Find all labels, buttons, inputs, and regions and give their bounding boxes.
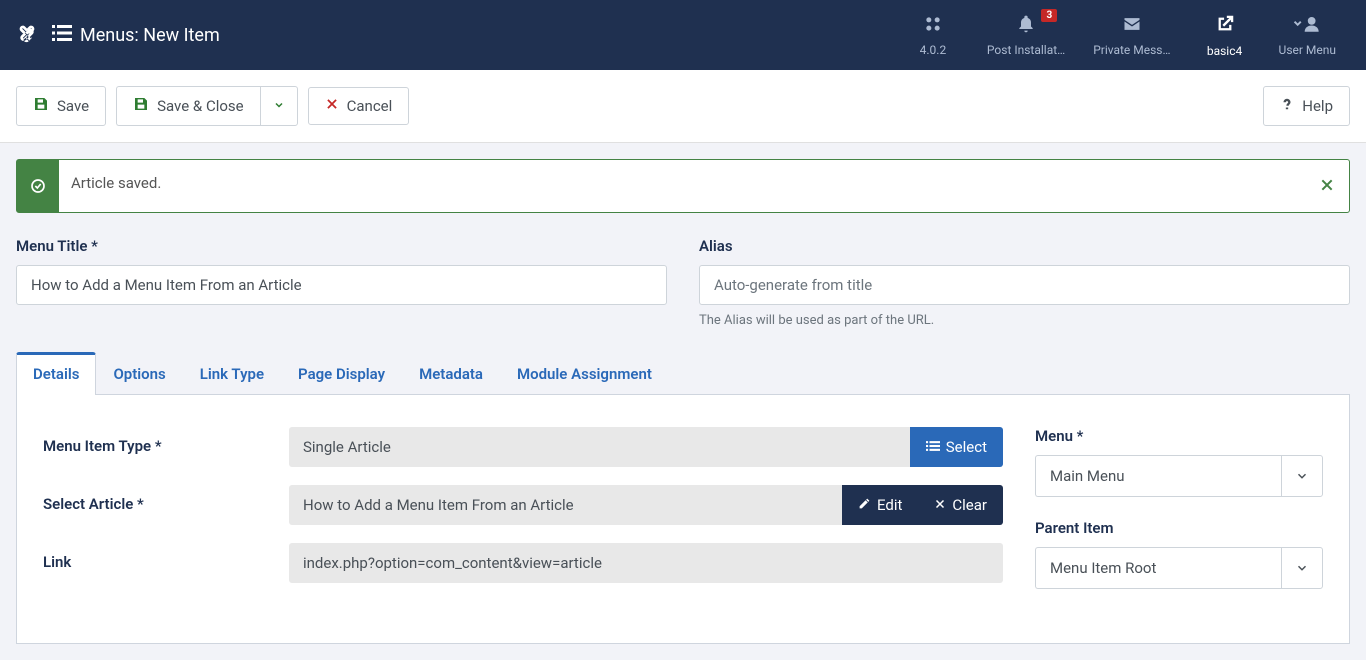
user-chevron-icon	[1293, 14, 1321, 39]
parent-select-value: Menu Item Root	[1035, 547, 1281, 589]
question-icon	[1280, 96, 1294, 116]
list-icon	[52, 24, 72, 47]
parent-select-label: Parent Item	[1035, 519, 1323, 537]
clear-article-button[interactable]: Clear	[918, 485, 1003, 525]
alias-label: Alias	[699, 237, 1350, 255]
save-dropdown-button[interactable]	[260, 86, 298, 126]
tabs-nav: Details Options Link Type Page Display M…	[16, 352, 1350, 395]
save-button[interactable]: Save	[16, 86, 106, 126]
joomla-small-icon	[923, 14, 943, 39]
parent-field: Parent Item Menu Item Root	[1035, 519, 1323, 589]
details-main-column: Menu Item Type * Single Article Select	[43, 427, 1003, 611]
menu-item-type-label: Menu Item Type *	[43, 427, 269, 455]
chevron-down-icon	[1281, 455, 1323, 497]
content-area: Article saved. Menu Title * Alias The Al…	[0, 143, 1366, 660]
success-alert: Article saved.	[16, 159, 1350, 213]
alias-help-text: The Alias will be used as part of the UR…	[699, 313, 1350, 328]
menu-select-value: Main Menu	[1035, 455, 1281, 497]
parent-select[interactable]: Menu Item Root	[1035, 547, 1323, 589]
tab-details[interactable]: Details	[16, 352, 96, 395]
menu-item-type-value: Single Article	[289, 427, 910, 467]
joomla-logo-icon[interactable]	[16, 22, 38, 48]
header-item-site[interactable]: basic4	[1185, 5, 1265, 66]
envelope-icon	[1122, 14, 1142, 39]
details-panel: Menu Item Type * Single Article Select	[16, 395, 1350, 644]
external-link-icon	[1214, 13, 1236, 40]
times-icon	[325, 97, 339, 115]
tab-page-display[interactable]: Page Display	[281, 352, 402, 395]
edit-article-button[interactable]: Edit	[842, 485, 918, 525]
alias-group: Alias The Alias will be used as part of …	[699, 237, 1350, 328]
save-icon	[133, 96, 149, 116]
header-item-usermenu[interactable]: User Menu	[1265, 5, 1350, 66]
menu-title-input[interactable]	[16, 265, 667, 305]
select-article-label: Select Article *	[43, 485, 269, 513]
select-article-value: How to Add a Menu Item From an Article	[289, 485, 842, 525]
cancel-button[interactable]: Cancel	[308, 87, 410, 125]
alert-message: Article saved.	[59, 160, 1305, 212]
admin-header: Menus: New Item 4.0.2 3 Post Installat… …	[0, 0, 1366, 70]
menu-field: Menu * Main Menu	[1035, 427, 1323, 497]
alert-close-button[interactable]	[1305, 160, 1349, 212]
details-side-column: Menu * Main Menu Parent Item Menu Item R…	[1035, 427, 1323, 611]
save-icon	[33, 96, 49, 116]
pencil-icon	[858, 496, 871, 514]
link-row: Link index.php?option=com_content&view=a…	[43, 543, 1003, 583]
header-item-postinstall[interactable]: 3 Post Installat…	[973, 5, 1079, 66]
header-right: 4.0.2 3 Post Installat… Private Mess… ba…	[893, 5, 1350, 66]
select-article-row: Select Article * How to Add a Menu Item …	[43, 485, 1003, 525]
link-label: Link	[43, 543, 269, 571]
menu-select-label: Menu *	[1035, 427, 1323, 445]
link-value: index.php?option=com_content&view=articl…	[289, 543, 1003, 583]
title-alias-row: Menu Title * Alias The Alias will be use…	[16, 237, 1350, 328]
menu-select[interactable]: Main Menu	[1035, 455, 1323, 497]
chevron-down-icon	[273, 97, 285, 115]
chevron-down-icon	[1281, 547, 1323, 589]
tab-options[interactable]: Options	[96, 352, 182, 395]
tab-module-assignment[interactable]: Module Assignment	[500, 352, 669, 395]
tab-metadata[interactable]: Metadata	[402, 352, 500, 395]
page-title: Menus: New Item	[80, 25, 220, 46]
list-icon	[926, 438, 940, 456]
toolbar: Save Save & Close Cancel Help	[0, 70, 1366, 143]
alias-input[interactable]	[699, 265, 1350, 305]
header-item-version[interactable]: 4.0.2	[893, 5, 973, 66]
notification-badge: 3	[1041, 9, 1057, 22]
help-button[interactable]: Help	[1263, 86, 1350, 126]
save-close-button[interactable]: Save & Close	[116, 86, 260, 126]
bell-icon	[1016, 14, 1036, 39]
page-title-wrap: Menus: New Item	[52, 24, 220, 47]
header-left: Menus: New Item	[16, 22, 220, 48]
select-type-button[interactable]: Select	[910, 427, 1003, 467]
check-circle-icon	[17, 160, 59, 212]
menu-title-group: Menu Title *	[16, 237, 667, 328]
times-icon	[934, 496, 946, 514]
tab-link-type[interactable]: Link Type	[183, 352, 281, 395]
menu-title-label: Menu Title *	[16, 237, 667, 255]
header-item-messages[interactable]: Private Mess…	[1079, 5, 1184, 66]
menu-item-type-row: Menu Item Type * Single Article Select	[43, 427, 1003, 467]
save-close-group: Save & Close	[116, 86, 298, 126]
